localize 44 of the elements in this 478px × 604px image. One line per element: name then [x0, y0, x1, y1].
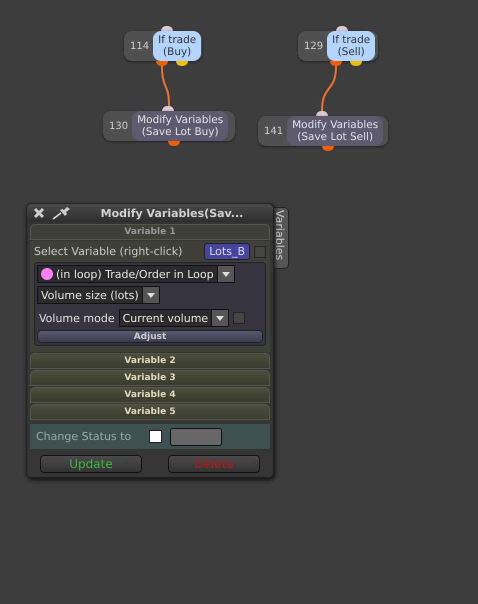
section-header[interactable]: Variable 3 — [30, 370, 270, 386]
section-header[interactable]: Variable 2 — [30, 353, 270, 369]
property-dropdown[interactable]: Volume size (lots) — [37, 286, 160, 304]
caret-icon[interactable] — [142, 287, 159, 303]
select-label: Select Variable (right-click) — [34, 245, 182, 258]
source-dropdown[interactable]: (in loop) Trade/Order in Loop — [37, 265, 235, 283]
connector-line — [321, 66, 337, 111]
checkbox[interactable] — [233, 312, 246, 324]
status-label: Change Status to — [36, 430, 132, 443]
variable-tag[interactable]: Lots_B — [204, 243, 250, 260]
node-label: Modify Variables (Save Lot Sell) — [287, 116, 384, 146]
connector-line — [161, 66, 170, 106]
section-header[interactable]: Variable 5 — [30, 404, 270, 420]
input-pin-icon[interactable] — [316, 111, 328, 116]
section-header[interactable]: Variable 4 — [30, 387, 270, 403]
node-label: Modify Variables (Save Lot Buy) — [132, 111, 228, 141]
pin-icon[interactable] — [51, 206, 71, 220]
input-pin-icon[interactable] — [336, 26, 348, 31]
node-id: 141 — [263, 126, 284, 136]
node-id: 129 — [303, 40, 324, 52]
mode-dropdown[interactable]: Current volume — [118, 309, 230, 327]
output-pin-icon[interactable] — [168, 141, 180, 146]
input-pin-icon[interactable] — [161, 26, 173, 31]
node-id: 114 — [129, 40, 150, 52]
checkbox[interactable] — [149, 430, 162, 443]
adjust-button[interactable]: Adjust — [37, 330, 263, 343]
window-title: Modify Variables(Sav... — [100, 206, 244, 220]
output-pin-icon[interactable] — [330, 61, 342, 66]
node-label: If trade (Sell) — [327, 31, 376, 61]
close-icon[interactable] — [33, 207, 45, 219]
caret-icon[interactable] — [216, 266, 234, 282]
caret-icon[interactable] — [211, 310, 228, 326]
output-pin-icon[interactable] — [322, 146, 334, 151]
mode-label: Volume mode — [39, 312, 115, 324]
section-header[interactable]: Variable 1 — [30, 224, 270, 240]
output-pin-icon[interactable] — [350, 61, 362, 66]
node-label: If trade (Buy) — [153, 31, 202, 61]
output-pin-icon[interactable] — [156, 61, 168, 66]
status-field[interactable] — [170, 428, 222, 446]
checkbox[interactable] — [254, 246, 266, 258]
node-id: 130 — [108, 120, 130, 132]
input-pin-icon[interactable] — [162, 106, 174, 111]
output-pin-icon[interactable] — [176, 61, 188, 66]
update-button[interactable]: Update — [40, 455, 142, 473]
